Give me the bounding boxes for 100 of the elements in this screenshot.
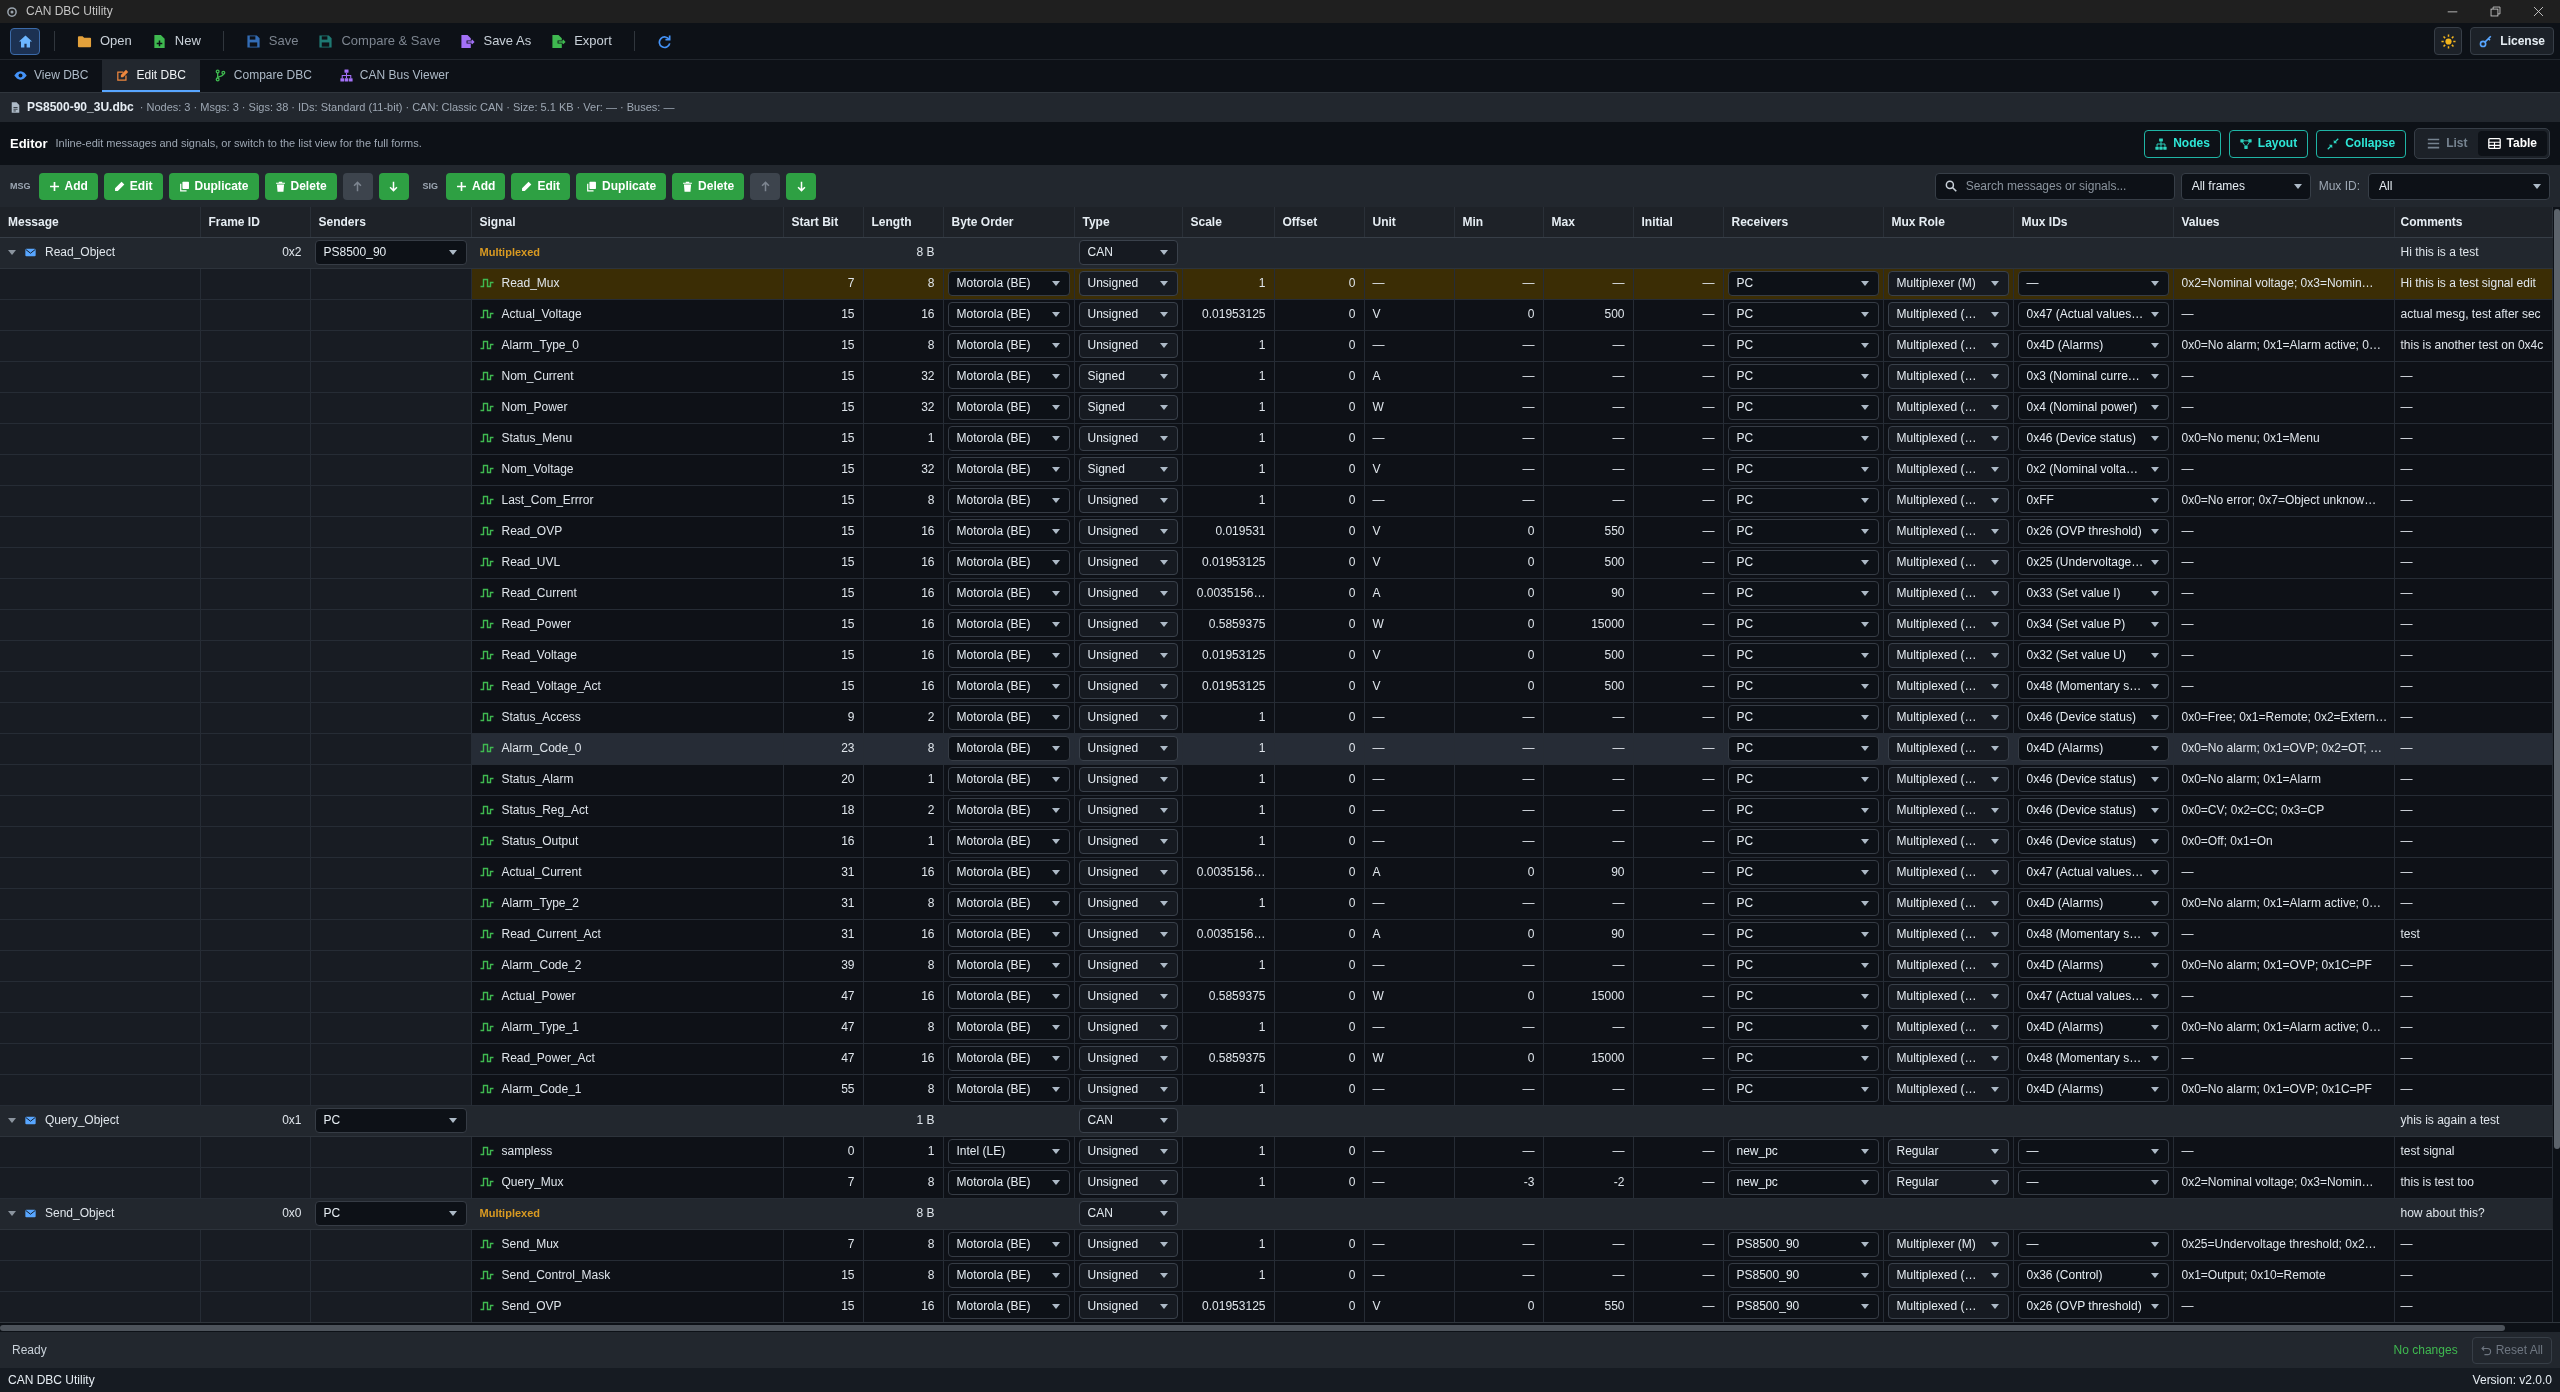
value-type-select[interactable]: Unsigned xyxy=(1078,426,1178,451)
byte-order-select[interactable]: Motorola (BE) xyxy=(947,488,1070,513)
signal-row[interactable]: Alarm_Type_1 47 8 Motorola (BE) Unsigned 1 0 — — — — PC Multiplexed (… 0x4D (Alarms) 0x0=No alarm; 0x1=Alarm active; 0… — xyxy=(0,1012,2552,1043)
mux-role-select[interactable]: Multiplexed (… xyxy=(1887,860,2009,885)
receivers-select[interactable]: PC xyxy=(1727,860,1879,885)
receivers-select[interactable]: PS8500_90 xyxy=(1727,1232,1879,1257)
mux-ids-select[interactable]: 0x26 (OVP threshold) xyxy=(2017,1294,2169,1319)
receivers-select[interactable]: PC xyxy=(1727,984,1879,1009)
byte-order-select[interactable]: Motorola (BE) xyxy=(947,1077,1070,1102)
byte-order-select[interactable]: Motorola (BE) xyxy=(947,426,1070,451)
mux-role-select[interactable]: Multiplexed (… xyxy=(1887,302,2009,327)
receivers-select[interactable]: PC xyxy=(1727,457,1879,482)
sender-select[interactable]: PC xyxy=(314,1108,467,1133)
receivers-select[interactable]: PC xyxy=(1727,581,1879,606)
byte-order-select[interactable]: Motorola (BE) xyxy=(947,612,1070,637)
mux-role-select[interactable]: Multiplexed (… xyxy=(1887,953,2009,978)
byte-order-select[interactable]: Motorola (BE) xyxy=(947,581,1070,606)
byte-order-select[interactable]: Motorola (BE) xyxy=(947,705,1070,730)
receivers-select[interactable]: PC xyxy=(1727,643,1879,668)
byte-order-select[interactable]: Motorola (BE) xyxy=(947,271,1070,296)
value-type-select[interactable]: Unsigned xyxy=(1078,1263,1178,1288)
value-type-select[interactable]: Unsigned xyxy=(1078,519,1178,544)
collapse-button[interactable]: Collapse xyxy=(2316,129,2407,158)
signal-row[interactable]: Read_Power 15 16 Motorola (BE) Unsigned 0.5859375 0 W 0 15000 — PC Multiplexed (… 0x34 (Set value P) — — xyxy=(0,609,2552,640)
tab[interactable]: CAN Bus Viewer xyxy=(325,60,463,92)
sender-select[interactable]: PS8500_90 xyxy=(314,240,467,265)
scrollbar[interactable] xyxy=(2553,209,2560,1149)
mux-ids-select[interactable]: 0x47 (Actual values… xyxy=(2017,984,2169,1009)
mux-role-select[interactable]: Multiplexed (… xyxy=(1887,488,2009,513)
frame-filter-select[interactable]: All frames xyxy=(2180,172,2311,200)
tab[interactable]: View DBC xyxy=(0,60,103,92)
mux-ids-select[interactable]: — xyxy=(2017,1139,2169,1164)
receivers-select[interactable]: PS8500_90 xyxy=(1727,1294,1879,1319)
receivers-select[interactable]: PC xyxy=(1727,519,1879,544)
frame-type-select[interactable]: CAN xyxy=(1078,1201,1178,1226)
frame-type-select[interactable]: CAN xyxy=(1078,240,1178,265)
mux-role-select[interactable]: Multiplexed (… xyxy=(1887,426,2009,451)
scrollbar[interactable] xyxy=(0,1325,2505,1331)
value-type-select[interactable]: Unsigned xyxy=(1078,953,1178,978)
byte-order-select[interactable]: Motorola (BE) xyxy=(947,953,1070,978)
mux-role-select[interactable]: Multiplexed (… xyxy=(1887,922,2009,947)
receivers-select[interactable]: PC xyxy=(1727,767,1879,792)
signal-row[interactable]: Alarm_Type_2 31 8 Motorola (BE) Unsigned 1 0 — — — — PC Multiplexed (… 0x4D (Alarms) 0x0=No alarm; 0x1=Alarm active; 0… — xyxy=(0,888,2552,919)
signal-row[interactable]: Last_Com_Errror 15 8 Motorola (BE) Unsigned 1 0 — — — — PC Multiplexed (… 0xFF 0x0=No error; 0x7=Object unknow… — xyxy=(0,485,2552,516)
mux-ids-select[interactable]: 0x36 (Control) xyxy=(2017,1263,2169,1288)
value-type-select[interactable]: Unsigned xyxy=(1078,922,1178,947)
signal-row[interactable]: Send_Mux 7 8 Motorola (BE) Unsigned 1 0 — — — — PS8500_90 Multiplexer (M) — 0x25=Undervoltage threshold; 0x2… — xyxy=(0,1229,2552,1260)
value-type-select[interactable]: Unsigned xyxy=(1078,550,1178,575)
value-type-select[interactable]: Signed xyxy=(1078,364,1178,389)
signal-row[interactable]: Status_Output 16 1 Motorola (BE) Unsigned 1 0 — — — — PC Multiplexed (… 0x46 (Device status) 0x0=Off; 0x1=On — xyxy=(0,826,2552,857)
signal-row[interactable]: Read_Current_Act 31 16 Motorola (BE) Unsigned 0.0035156… 0 A 0 90 — PC Multiplexed (… 0x48 (Momentary s… — test xyxy=(0,919,2552,950)
mux-ids-select[interactable]: 0x46 (Device status) xyxy=(2017,829,2169,854)
byte-order-select[interactable]: Motorola (BE) xyxy=(947,1170,1070,1195)
mux-role-select[interactable]: Multiplexed (… xyxy=(1887,395,2009,420)
caret-icon[interactable] xyxy=(8,1211,16,1216)
receivers-select[interactable]: PC xyxy=(1727,395,1879,420)
byte-order-select[interactable]: Motorola (BE) xyxy=(947,1232,1070,1257)
save-as-button[interactable]: Save As xyxy=(452,27,540,55)
signal-row[interactable]: Read_Voltage_Act 15 16 Motorola (BE) Unsigned 0.01953125 0 V 0 500 — PC Multiplexed (… 0x48 (Momentary s… — — xyxy=(0,671,2552,702)
signal-row[interactable]: Read_OVP 15 16 Motorola (BE) Unsigned 0.019531 0 V 0 550 — PC Multiplexed (… 0x26 (OVP threshold) — — xyxy=(0,516,2552,547)
theme-toggle-button[interactable] xyxy=(2434,27,2463,55)
receivers-select[interactable]: PC xyxy=(1727,302,1879,327)
mux-ids-select[interactable]: 0x46 (Device status) xyxy=(2017,798,2169,823)
home-button[interactable] xyxy=(10,27,40,55)
search-field[interactable]: Search messages or signals... xyxy=(1934,172,2175,200)
mux-role-select[interactable]: Multiplexed (… xyxy=(1887,333,2009,358)
mux-ids-select[interactable]: 0x4D (Alarms) xyxy=(2017,891,2169,916)
signal-row[interactable]: Status_Menu 15 1 Motorola (BE) Unsigned 1 0 — — — — PC Multiplexed (… 0x46 (Device status) 0x0=No menu; 0x1=Menu — xyxy=(0,423,2552,454)
byte-order-select[interactable]: Motorola (BE) xyxy=(947,457,1070,482)
receivers-select[interactable]: PC xyxy=(1727,891,1879,916)
mux-ids-select[interactable]: 0x4D (Alarms) xyxy=(2017,1015,2169,1040)
mux-role-select[interactable]: Multiplexed (… xyxy=(1887,798,2009,823)
value-type-select[interactable]: Unsigned xyxy=(1078,1046,1178,1071)
byte-order-select[interactable]: Motorola (BE) xyxy=(947,1046,1070,1071)
signal-row[interactable]: Read_Mux 7 8 Motorola (BE) Unsigned 1 0 — — — — PC Multiplexer (M) — 0x2=Nominal voltage; 0x3=Nomin… Hi this is a test signal edit xyxy=(0,268,2552,299)
mux-ids-select[interactable]: 0x46 (Device status) xyxy=(2017,426,2169,451)
view-toggle-button[interactable]: List xyxy=(2417,131,2478,156)
signal-row[interactable]: Alarm_Type_0 15 8 Motorola (BE) Unsigned 1 0 — — — — PC Multiplexed (… 0x4D (Alarms) 0x0=No alarm; 0x1=Alarm active; 0… this is another test on 0x4c xyxy=(0,330,2552,361)
mux-ids-select[interactable]: 0x46 (Device status) xyxy=(2017,767,2169,792)
signal-row[interactable]: sampless 0 1 Intel (LE) Unsigned 1 0 — — — — new_pc Regular — — test signal xyxy=(0,1136,2552,1167)
mux-role-select[interactable]: Multiplexed (… xyxy=(1887,457,2009,482)
mux-ids-select[interactable]: 0x25 (Undervoltage… xyxy=(2017,550,2169,575)
byte-order-select[interactable]: Motorola (BE) xyxy=(947,1294,1070,1319)
receivers-select[interactable]: PC xyxy=(1727,1015,1879,1040)
message-row[interactable]: Send_Object 0x0 PC Multiplexed 8 B CAN how about this? xyxy=(0,1198,2552,1229)
restore-icon[interactable] xyxy=(2490,6,2501,17)
move-down-button[interactable] xyxy=(378,172,409,200)
mux-role-select[interactable]: Multiplexed (… xyxy=(1887,581,2009,606)
receivers-select[interactable]: PC xyxy=(1727,426,1879,451)
receivers-select[interactable]: PC xyxy=(1727,798,1879,823)
signal-row[interactable]: Status_Reg_Act 18 2 Motorola (BE) Unsigned 1 0 — — — — PC Multiplexed (… 0x46 (Device status) 0x0=CV; 0x2=CC; 0x3=CP — xyxy=(0,795,2552,826)
mux-ids-select[interactable]: — xyxy=(2017,1232,2169,1257)
value-type-select[interactable]: Unsigned xyxy=(1078,1139,1178,1164)
value-type-select[interactable]: Unsigned xyxy=(1078,1232,1178,1257)
signal-row[interactable]: Read_Current 15 16 Motorola (BE) Unsigned 0.0035156… 0 A 0 90 — PC Multiplexed (… 0x33 (Set value I) — — xyxy=(0,578,2552,609)
receivers-select[interactable]: new_pc xyxy=(1727,1170,1879,1195)
receivers-select[interactable]: PC xyxy=(1727,550,1879,575)
byte-order-select[interactable]: Motorola (BE) xyxy=(947,643,1070,668)
value-type-select[interactable]: Unsigned xyxy=(1078,333,1178,358)
value-type-select[interactable]: Unsigned xyxy=(1078,984,1178,1009)
